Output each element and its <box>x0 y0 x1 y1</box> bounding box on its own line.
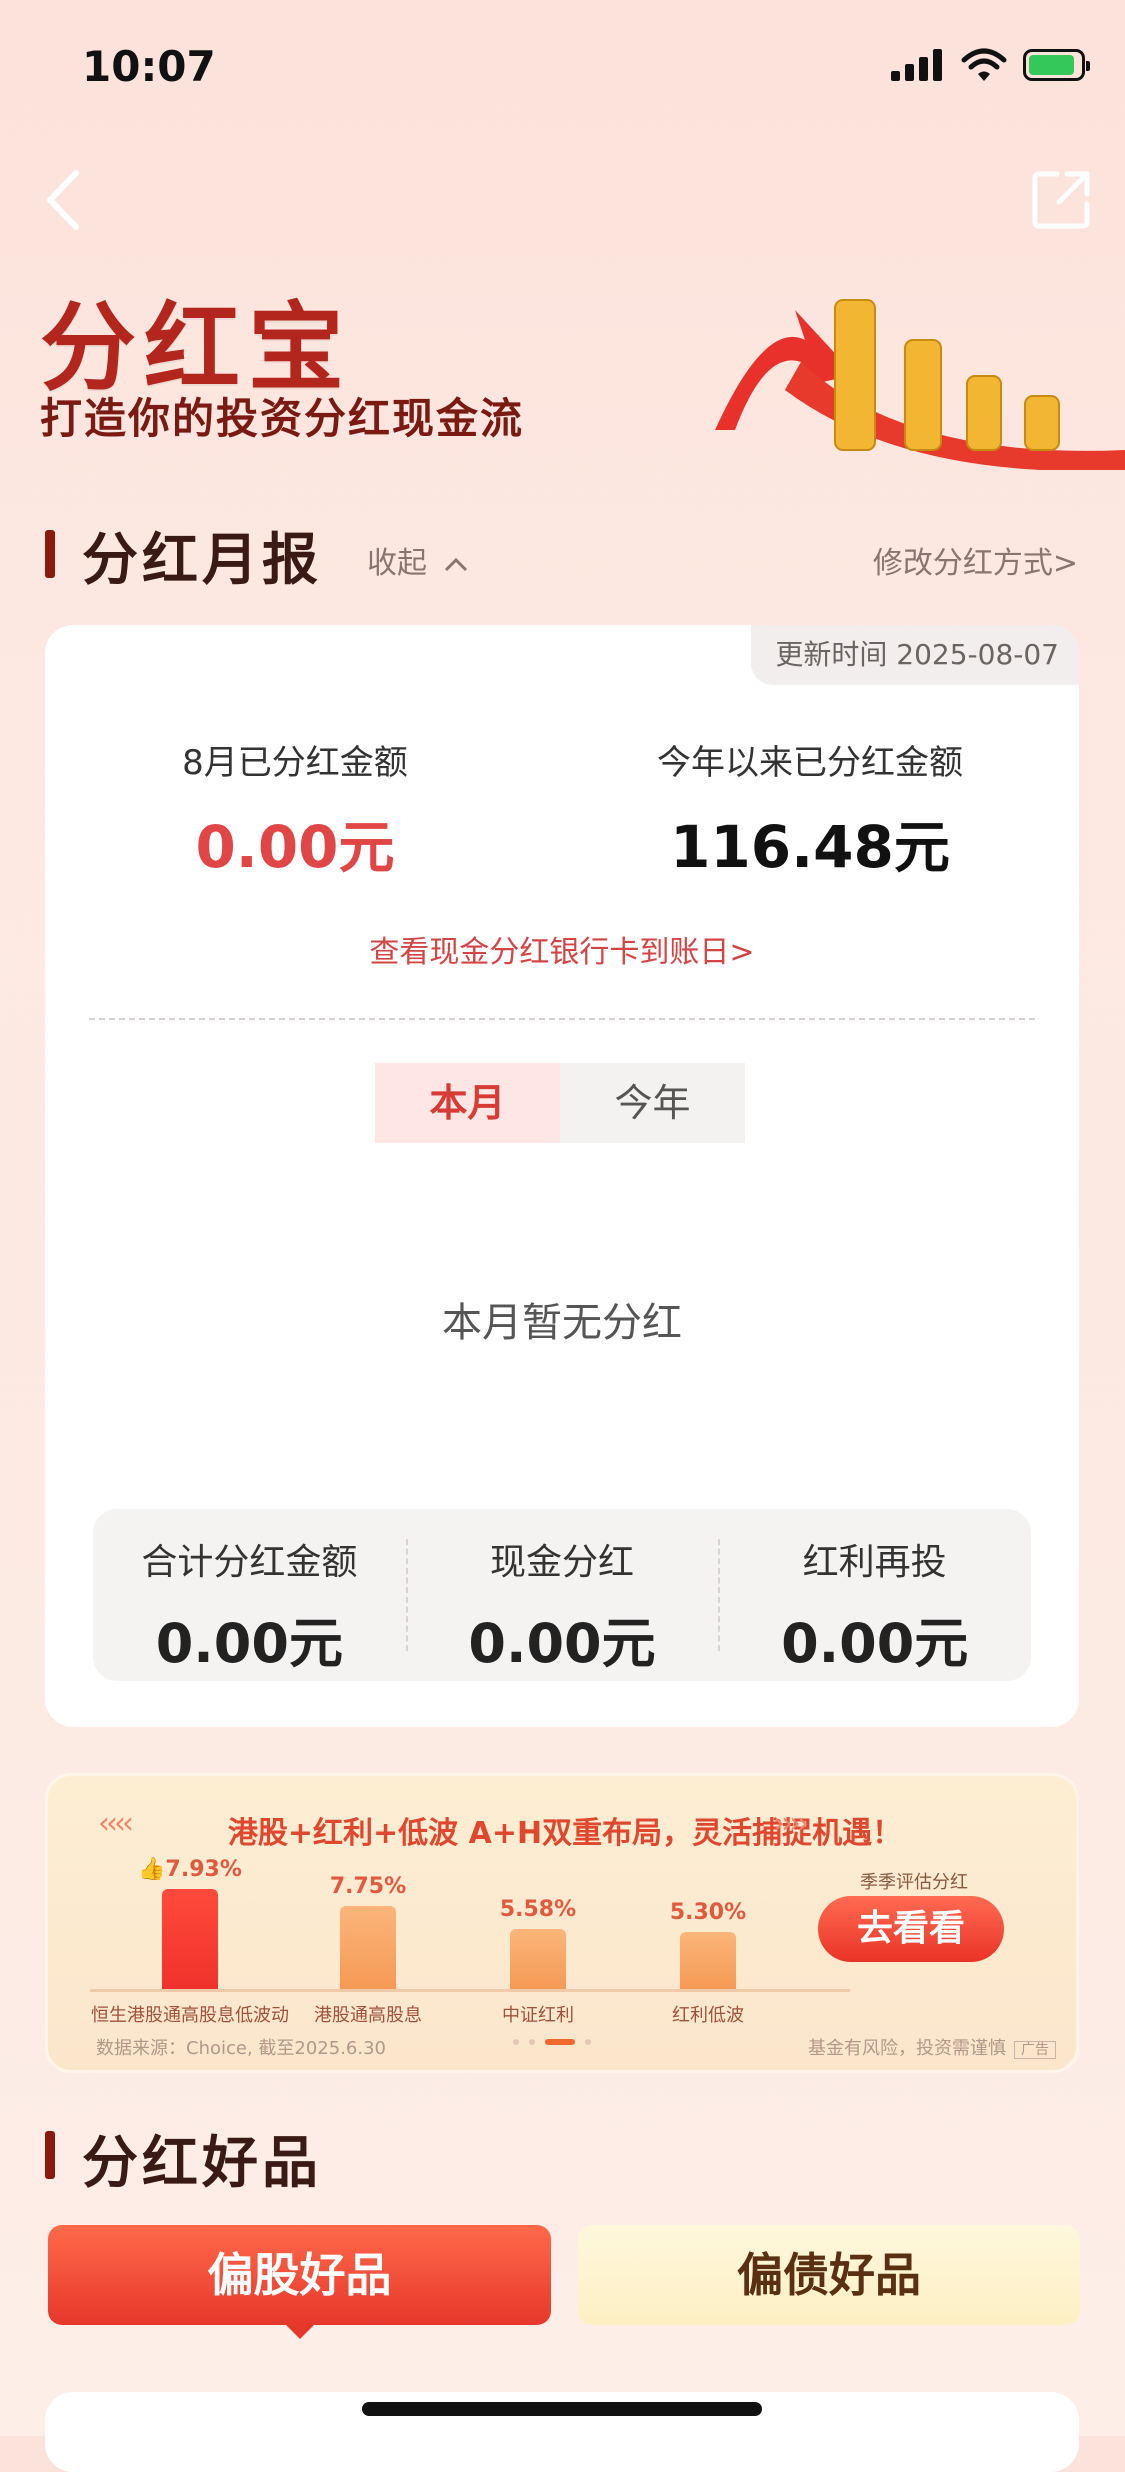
battery-icon <box>1023 49 1090 81</box>
year-dividend-label: 今年以来已分红金额 <box>657 743 963 783</box>
month-dividend-value: 0.00元 <box>105 803 485 884</box>
risk-text: 基金有风险，投资需谨慎 <box>808 2038 1006 2059</box>
tab-this-month[interactable]: 本月 <box>375 1063 560 1143</box>
hero-subtitle: 打造你的投资分红现金流 <box>40 394 525 443</box>
yield-bar-value: 5.30% <box>669 1900 747 1925</box>
total-dividend-column: 合计分红金额 0.00元 <box>93 1509 406 1681</box>
quarter-note: 季季评估分红 <box>860 1872 968 1893</box>
update-time-tag: 更新时间 2025-08-07 <box>751 625 1079 685</box>
monthly-report-card: 更新时间 2025-08-07 8月已分红金额 0.00元 今年以来已分红金额 … <box>45 625 1079 1727</box>
tab-bond-products[interactable]: 偏债好品 <box>578 2225 1080 2325</box>
divider <box>89 1018 1035 1020</box>
collapse-label: 收起 <box>367 546 427 581</box>
yield-bar <box>680 1932 736 1989</box>
carousel-dot <box>513 2039 519 2045</box>
yield-bar-label: 恒生港股通高股息低波动 <box>91 2005 289 2026</box>
go-see-button[interactable]: 去看看 <box>818 1896 1004 1962</box>
yield-bar <box>510 1929 566 1989</box>
carousel-dots <box>513 2039 591 2045</box>
carousel-dot <box>529 2039 535 2045</box>
section-title-products: 分红好品 <box>82 2131 322 2196</box>
reinvest-label: 红利再投 <box>802 1542 947 1583</box>
promo-banner[interactable]: ‹‹‹‹ 港股+红利+低波 A+H双重布局，灵活捕捉机遇！ ›››› 👍7.93… <box>45 1773 1079 2073</box>
data-source: 数据来源：Choice, 截至2025.6.30 <box>96 2038 387 2059</box>
total-dividend-label: 合计分红金额 <box>141 1542 358 1583</box>
carousel-dot <box>585 2039 591 2045</box>
ad-tag: 广告 <box>1014 2041 1056 2059</box>
month-dividend-amount: 0.00 <box>195 813 339 881</box>
section-marker <box>45 2131 55 2179</box>
collapse-button[interactable]: 收起 <box>367 538 469 582</box>
month-dividend-label: 8月已分红金额 <box>182 743 408 783</box>
signal-icon <box>891 49 942 81</box>
year-dividend-amount: 116.48 <box>670 813 894 881</box>
yield-bar-value: 5.58% <box>499 1897 577 1922</box>
yield-bar-value: 👍7.93% <box>138 1857 242 1882</box>
yield-bar-value: 7.75% <box>329 1874 407 1899</box>
carousel-dot-active <box>545 2039 575 2045</box>
empty-state-text: 本月暂无分红 <box>442 1300 682 1346</box>
total-dividend-value: 0.00元 <box>155 1612 343 1675</box>
cash-dividend-column: 现金分红 0.00元 <box>405 1509 719 1681</box>
status-time: 10:07 <box>82 42 216 91</box>
back-icon[interactable] <box>40 165 86 235</box>
share-icon[interactable] <box>1029 168 1093 232</box>
coin-growth-illustration <box>715 299 1125 470</box>
wifi-icon <box>961 48 1007 81</box>
risk-disclaimer: 基金有风险，投资需谨慎 广告 <box>808 2034 1056 2060</box>
tab-equity-products[interactable]: 偏股好品 <box>48 2225 551 2339</box>
chevron-up-icon <box>444 557 467 572</box>
reinvest-column: 红利再投 0.00元 <box>718 1509 1031 1681</box>
month-dividend-unit: 元 <box>338 816 395 881</box>
year-dividend-unit: 元 <box>893 816 950 881</box>
section-title-monthly-report: 分红月报 <box>82 528 322 593</box>
cash-dividend-value: 0.00元 <box>468 1612 656 1675</box>
yield-bar-label: 红利低波 <box>672 2005 744 2026</box>
status-icons <box>891 48 1090 82</box>
arrows-right-icon: ›››› <box>773 1806 809 1841</box>
year-dividend-value: 116.48元 <box>605 803 1015 884</box>
yield-bar <box>340 1906 396 1989</box>
modify-dividend-method-link[interactable]: 修改分红方式> <box>873 538 1078 582</box>
banner-headline: 港股+红利+低波 A+H双重布局，灵活捕捉机遇！ <box>227 1816 903 1851</box>
section-marker <box>45 530 55 578</box>
yield-bar <box>162 1889 218 1989</box>
chart-baseline <box>90 1989 850 1992</box>
period-segmented-control: 本月 今年 <box>375 1063 745 1143</box>
totals-panel: 合计分红金额 0.00元 现金分红 0.00元 红利再投 0.00元 <box>93 1509 1031 1681</box>
tab-this-year[interactable]: 今年 <box>560 1063 745 1143</box>
reinvest-value: 0.00元 <box>781 1612 969 1675</box>
home-indicator[interactable] <box>362 2402 762 2416</box>
cash-dividend-label: 现金分红 <box>490 1542 635 1583</box>
bank-card-arrival-link[interactable]: 查看现金分红银行卡到账日> <box>45 927 1079 971</box>
